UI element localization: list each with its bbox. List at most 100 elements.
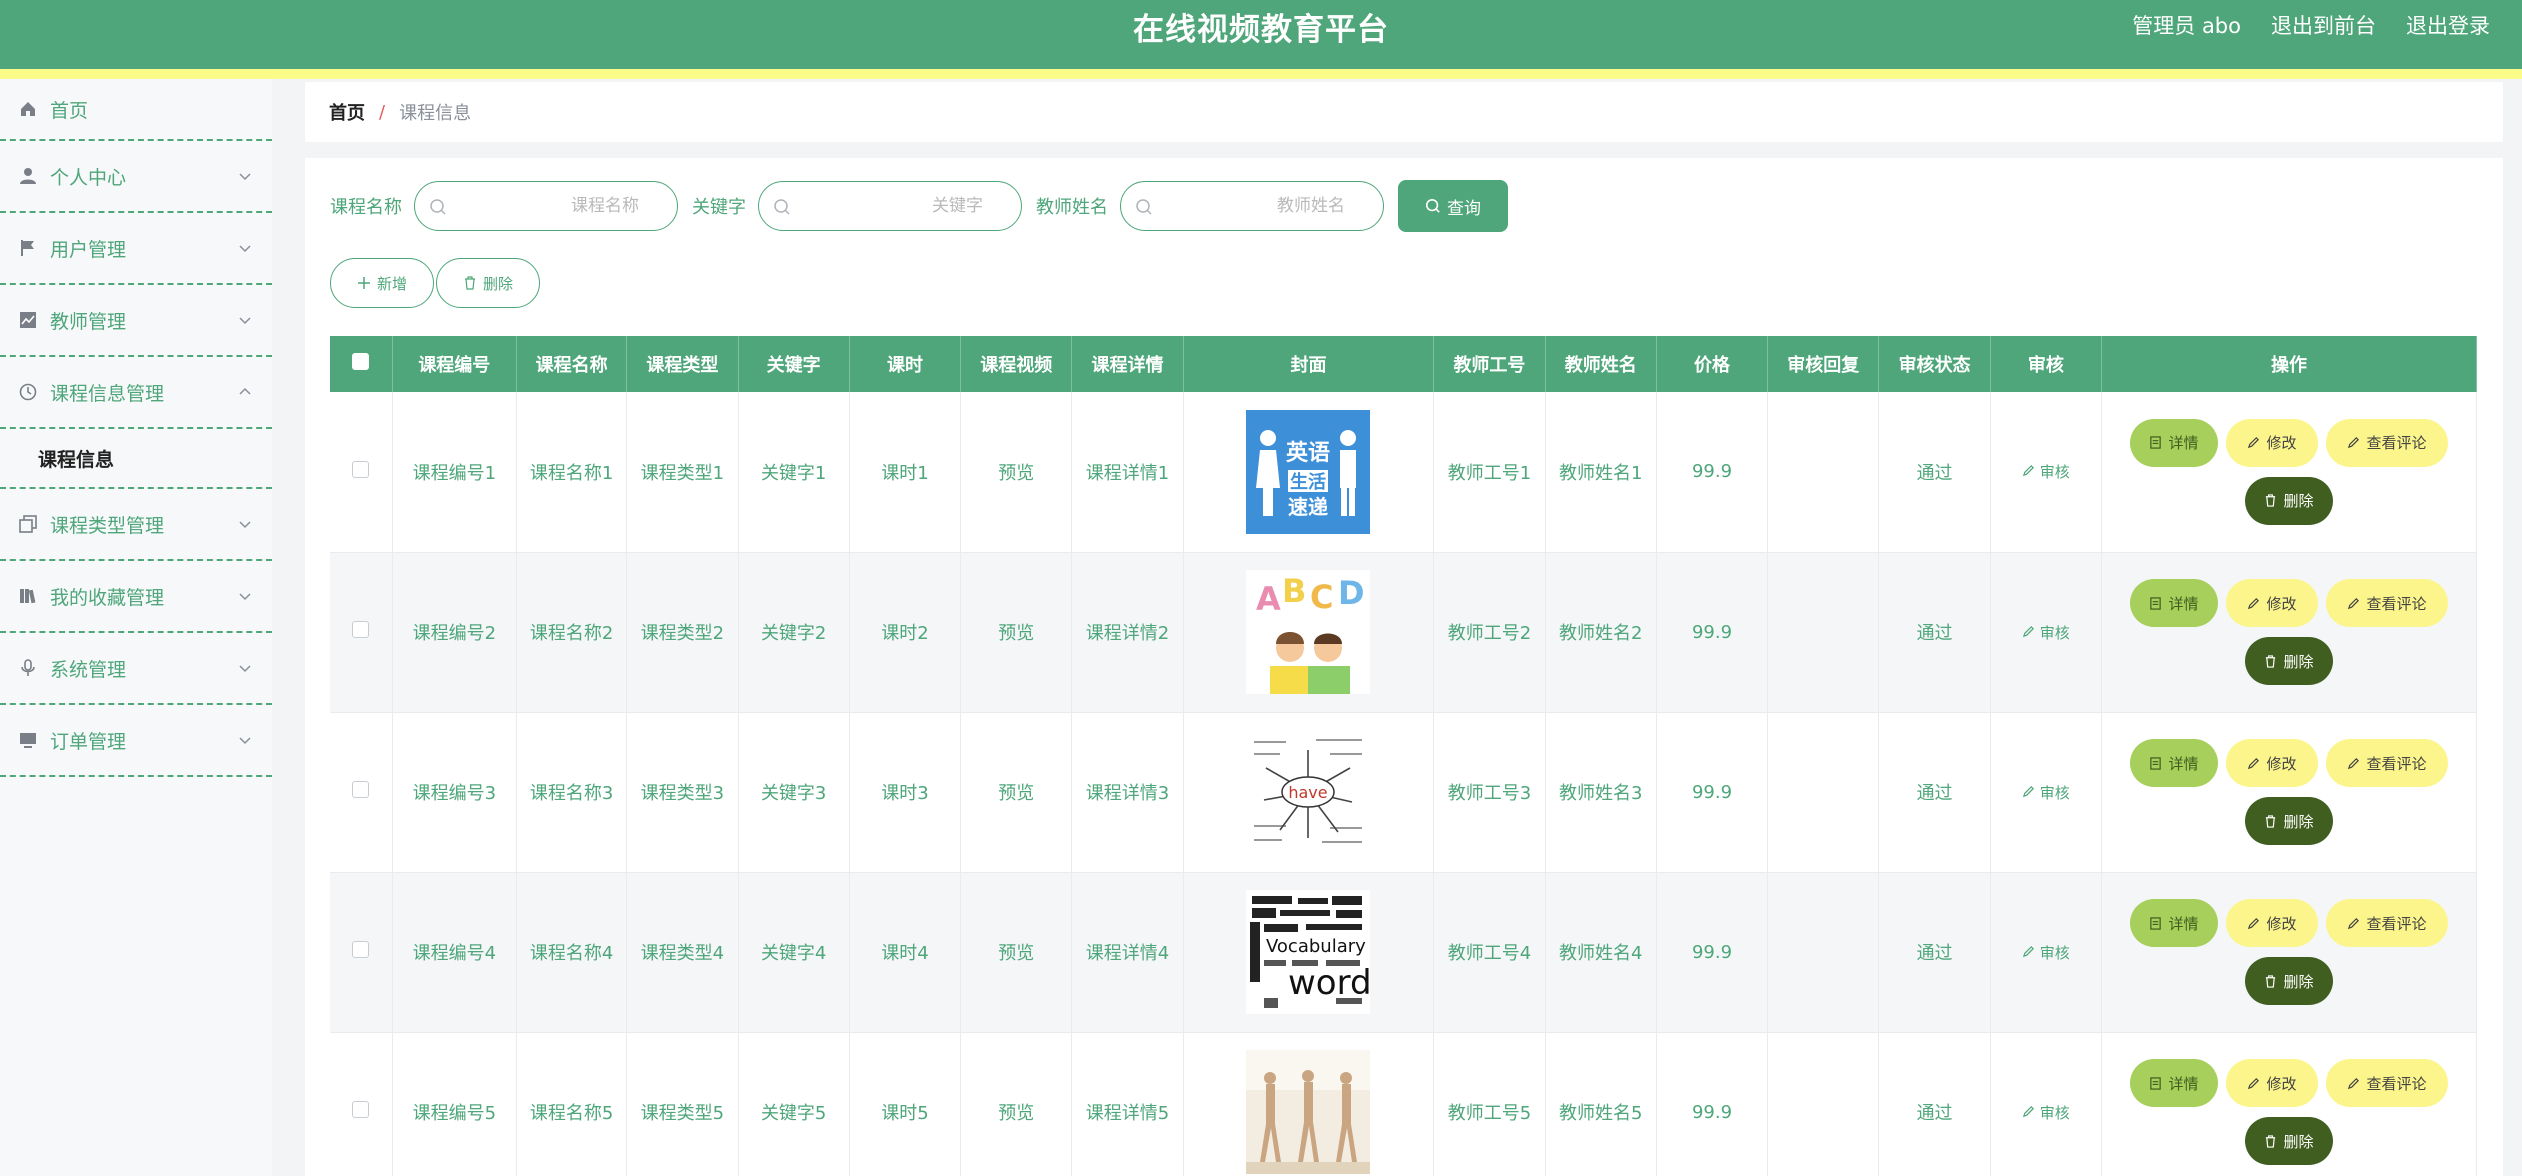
- delete-button[interactable]: 删除: [2244, 957, 2333, 1005]
- audit-label: 审核: [2039, 623, 2070, 642]
- video-preview-link[interactable]: 预览: [960, 712, 1073, 873]
- trash-icon: [2266, 494, 2276, 507]
- table-row[interactable]: 课程编号1 课程名称1 课程类型1 关键字1 课时1 预览 课程详情1 英语 生活 速递 教师工号1…: [330, 392, 2478, 553]
- course-detail-cell: 课程详情5: [1071, 1032, 1184, 1176]
- audit-button[interactable]: 审核: [2022, 624, 2070, 642]
- logout-link[interactable]: 退出登录: [2406, 10, 2490, 40]
- table-row[interactable]: 课程编号4 课程名称4 课程类型4 关键字4 课时4 预览 课程详情4 Vocabulary w…: [330, 872, 2478, 1033]
- header-accent-strip: [0, 69, 2522, 79]
- sidebar-item-favorites-management[interactable]: 我的收藏管理: [0, 561, 272, 633]
- audit-reply-cell: [1767, 552, 1880, 713]
- row-checkbox[interactable]: [352, 941, 370, 958]
- audit-status-cell: 通过: [1878, 872, 1991, 1033]
- sidebar-item-course-type-management[interactable]: 课程类型管理: [0, 489, 272, 561]
- course-name-cell: 课程名称4: [516, 872, 628, 1033]
- table-header-cell: 封面: [1183, 336, 1435, 392]
- chevron-down-icon: [239, 317, 251, 325]
- sidebar-subitem-course-info[interactable]: 课程信息: [0, 429, 272, 489]
- row-select-cell: [330, 712, 393, 873]
- table-row[interactable]: 课程编号2 课程名称2 课程类型2 关键字2 课时2 预览 课程详情2 A B C D 教师工号2 教师…: [330, 552, 2478, 713]
- detail-button-label: 详情: [2168, 754, 2199, 773]
- detail-button[interactable]: 详情: [2129, 1059, 2218, 1107]
- detail-button-label: 详情: [2168, 434, 2199, 453]
- keyword-input[interactable]: [759, 182, 1021, 230]
- view-comments-label: 查看评论: [2366, 914, 2427, 933]
- sidebar-item-order-management[interactable]: 订单管理: [0, 705, 272, 777]
- cover-text: 生活: [1290, 471, 1326, 493]
- add-button[interactable]: 新增: [330, 258, 434, 308]
- course-detail-cell: 课程详情3: [1071, 712, 1184, 873]
- sidebar-item-system-management[interactable]: 系统管理: [0, 633, 272, 705]
- detail-button[interactable]: 详情: [2129, 418, 2218, 467]
- edit-button[interactable]: 修改: [2225, 1059, 2318, 1107]
- detail-button-label: 详情: [2168, 1074, 2199, 1093]
- row-checkbox[interactable]: [352, 781, 370, 798]
- delete-button[interactable]: 删除: [2244, 476, 2333, 525]
- sidebar-item-user-management[interactable]: 用户管理: [0, 213, 272, 285]
- edit-button[interactable]: 修改: [2225, 899, 2318, 947]
- view-comments-button[interactable]: 查看评论: [2325, 1059, 2448, 1107]
- delete-button[interactable]: 删除: [2244, 1117, 2333, 1165]
- detail-button[interactable]: 详情: [2129, 579, 2218, 627]
- audit-button[interactable]: 审核: [2022, 944, 2070, 962]
- search-icon: [774, 199, 790, 215]
- sidebar-item-personal-center[interactable]: 个人中心: [0, 141, 272, 213]
- audit-cell: 审核: [1990, 392, 2102, 553]
- teacher-name-input[interactable]: [1121, 182, 1383, 230]
- table-header-cell: 课程视频: [960, 336, 1073, 392]
- cover-text: Vocabulary: [1266, 936, 1366, 957]
- query-button[interactable]: 查询: [1398, 180, 1508, 232]
- audit-button[interactable]: 审核: [2022, 1104, 2070, 1122]
- video-preview-link[interactable]: 预览: [960, 392, 1073, 553]
- cover-text: D: [1338, 574, 1365, 612]
- audit-button[interactable]: 审核: [2022, 463, 2070, 481]
- header-select-all: [330, 336, 393, 392]
- edit-button[interactable]: 修改: [2225, 739, 2318, 787]
- sidebar-item-label: 课程类型管理: [50, 514, 165, 537]
- row-actions: 详情 修改 查看评论删除: [2124, 418, 2454, 525]
- view-comments-button[interactable]: 查看评论: [2325, 579, 2448, 627]
- delete-button[interactable]: 删除: [2244, 797, 2333, 845]
- course-table: 课程编号 课程名称 课程类型 关键字 课时 课程视频 课程详情 封面 教师工号 …: [330, 336, 2478, 1176]
- edit-button[interactable]: 修改: [2225, 579, 2318, 627]
- audit-button[interactable]: 审核: [2022, 784, 2070, 802]
- cover-text: words: [1288, 963, 1370, 1003]
- view-comments-button[interactable]: 查看评论: [2325, 739, 2448, 787]
- video-preview-link[interactable]: 预览: [960, 1032, 1073, 1176]
- table-row[interactable]: 课程编号5 课程名称5 课程类型5 关键字5 课时5 预览 课程详情5 教师工号5 教师姓名5 9…: [330, 1032, 2478, 1176]
- sidebar-item-label: 首页: [50, 99, 89, 122]
- breadcrumb-home[interactable]: 首页: [329, 99, 365, 125]
- sidebar-item-teacher-management[interactable]: 教师管理: [0, 285, 272, 357]
- row-checkbox[interactable]: [352, 460, 370, 478]
- select-all-checkbox[interactable]: [352, 353, 370, 370]
- edit-button[interactable]: 修改: [2225, 418, 2318, 467]
- row-checkbox[interactable]: [352, 621, 370, 638]
- row-checkbox[interactable]: [352, 1101, 370, 1118]
- delete-button[interactable]: 删除: [2244, 637, 2333, 685]
- mic-icon: [18, 658, 38, 678]
- course-name-input[interactable]: [415, 182, 677, 230]
- batch-delete-button[interactable]: 删除: [436, 258, 540, 308]
- teacher-name-cell: 教师姓名1: [1545, 392, 1657, 553]
- chevron-down-icon: [239, 737, 251, 745]
- admin-user-link[interactable]: 管理员 abo: [2132, 10, 2241, 40]
- teacher-name-input-wrap: [1120, 181, 1384, 231]
- course-name-cell: 课程名称3: [516, 712, 628, 873]
- video-preview-link[interactable]: 预览: [960, 552, 1073, 713]
- course-cover-image: ABCD: [1246, 570, 1371, 694]
- view-comments-button[interactable]: 查看评论: [2325, 418, 2448, 467]
- sidebar-item-course-info-management[interactable]: 课程信息管理: [0, 357, 272, 429]
- detail-button[interactable]: 详情: [2129, 899, 2218, 947]
- flag-icon: [18, 238, 38, 258]
- detail-button[interactable]: 详情: [2129, 739, 2218, 787]
- trash-icon: [2266, 974, 2276, 988]
- sidebar-item-label: 个人中心: [50, 166, 127, 189]
- view-comments-button[interactable]: 查看评论: [2325, 899, 2448, 947]
- sidebar-item-home[interactable]: 首页: [0, 79, 272, 141]
- teacher-name-cell: 教师姓名5: [1545, 1032, 1657, 1176]
- video-preview-link[interactable]: 预览: [960, 872, 1073, 1033]
- cover-text: 英语: [1286, 441, 1330, 466]
- exit-to-frontend-link[interactable]: 退出到前台: [2271, 10, 2376, 40]
- table-row[interactable]: 课程编号3 课程名称3 课程类型3 关键字3 课时3 预览 课程详情3 have 教师工号3 教师…: [330, 712, 2478, 873]
- operations-cell: 详情 修改 查看评论删除: [2101, 872, 2478, 1033]
